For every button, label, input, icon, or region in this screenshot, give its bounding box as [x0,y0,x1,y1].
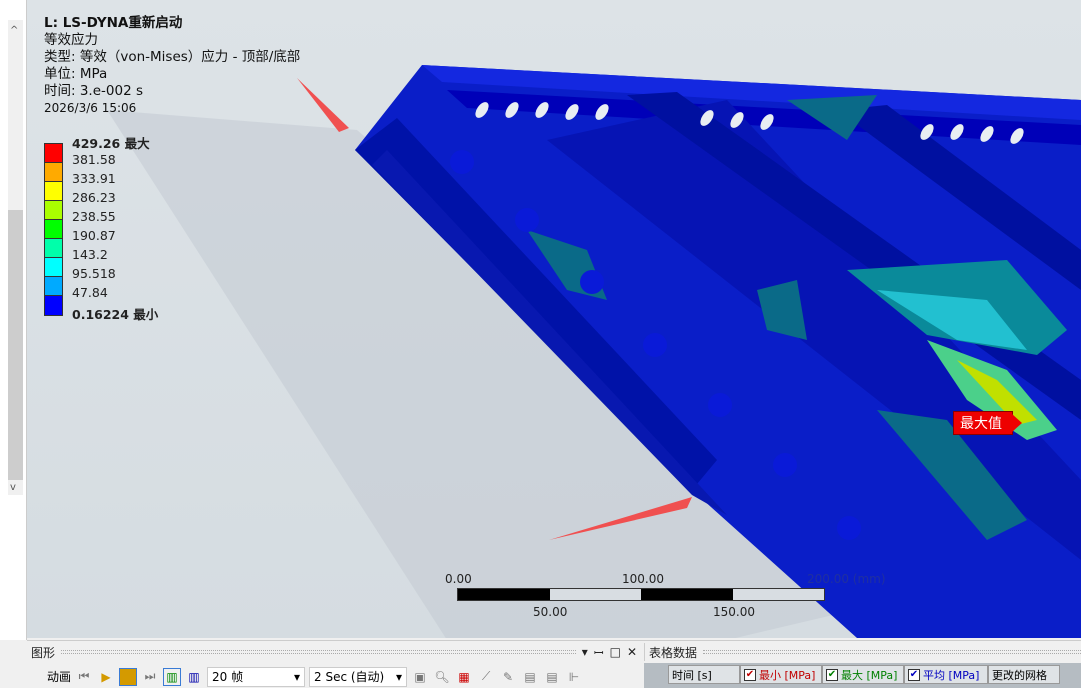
annotation-arrow [297,78,349,132]
film-icon[interactable]: ▤ [521,668,539,686]
legend-label: 238.55 [72,209,116,224]
legend-label: 381.58 [72,152,116,167]
column-header-min[interactable]: ✔ 最小 [MPa] [740,665,822,684]
graphics-panel-header: 图形 ▾ ꟷ □ ✕ [27,643,637,661]
scrollbar-thumb[interactable] [8,210,23,480]
result-date: 2026/3/6 15:06 [44,101,137,115]
result-type: 类型: 等效（von-Mises）应力 - 顶部/底部 [44,49,301,65]
legend-label: 143.2 [72,247,108,262]
legend-color-band [45,277,62,296]
animation-toolbar: 动画 ⏮ ▶ ⏭ ▥ ▥ 20 帧 ▾ 2 Sec (自动) ▾ ▣ 🔍︎ ▦ ⟋ … [47,665,583,688]
table-panel-title: 表格数据 [649,645,698,660]
result-time: 时间: 3.e-002 s [44,83,143,99]
max-value-tag: 最大值 [953,411,1022,435]
column-header-mesh[interactable]: 更改的网格 [988,665,1060,684]
scale-label: 100.00 [622,572,664,586]
legend-label: 190.87 [72,228,116,243]
maximize-icon[interactable]: □ [610,645,621,659]
next-frame-icon[interactable]: ⏭ [141,668,159,686]
animation-label: 动画 [47,670,72,684]
graphics-panel-title: 图形 [31,645,56,660]
probe-icon[interactable]: ⟋ [477,668,495,686]
column-header-time[interactable]: 时间 [s] [668,665,740,684]
legend-label: 286.23 [72,190,116,205]
legend-color-band [45,144,62,163]
column-header-avg[interactable]: ✔ 平均 [MPa] [904,665,988,684]
legend-label: 0.16224 最小 [72,307,159,322]
tree-panel: ^ v [0,0,27,640]
scale-bar: 0.00 100.00 200.00 (mm) 50.00 150.00 [445,572,886,632]
result-sets-icon[interactable]: ▥ [185,668,203,686]
result-unit: 单位: MPa [44,66,108,82]
checkbox[interactable]: ✔ [826,668,838,681]
legend-label: 333.91 [72,171,116,186]
scale-label: 200.00 (mm) [807,572,886,586]
dropdown-icon[interactable]: ▾ [582,645,588,659]
checkbox[interactable]: ✔ [744,668,756,681]
pin-icon[interactable]: ꟷ [594,644,604,661]
zoom-icon[interactable]: 🔍︎ [433,668,451,686]
legend-color-band [45,296,62,315]
legend-label: 429.26 最大 [72,136,150,151]
legend-color-band [45,220,62,239]
analysis-title: L: LS-DYNA重新启动 [44,15,183,31]
chart-icon[interactable]: ⊩ [565,668,583,686]
checkbox[interactable]: ✔ [908,668,920,681]
frames-select[interactable]: 20 帧 ▾ [207,666,306,687]
scale-label: 0.00 [445,572,472,586]
tabular-data: 时间 [s] ✔ 最小 [MPa] ✔ 最大 [MPa] ✔ 平均 [MPa] 更改的… [644,663,1081,688]
legend-color-band [45,201,62,220]
play-icon[interactable]: ▶ [97,668,115,686]
scroll-down-icon[interactable]: v [10,482,16,493]
legend-color-band [45,163,62,182]
duration-select[interactable]: 2 Sec (自动) ▾ [309,666,408,687]
export-video-icon[interactable]: ▣ [411,668,429,686]
legend-color-band [45,182,62,201]
scroll-up-icon[interactable]: ^ [10,25,18,36]
legend-color-band [45,239,62,258]
stop-button[interactable] [119,667,138,686]
column-header-max[interactable]: ✔ 最大 [MPa] [822,665,904,684]
previous-frame-icon[interactable]: ⏮ [75,668,93,686]
3d-viewport[interactable]: L: LS-DYNA重新启动 等效应力 类型: 等效（von-Mises）应力 … [27,0,1081,638]
table-panel-header: 表格数据 [644,643,1081,661]
tool-icon[interactable]: ✎ [499,668,517,686]
scale-label: 50.00 [533,605,568,619]
film2-icon[interactable]: ▤ [543,668,561,686]
bottom-panels: 图形 ▾ ꟷ □ ✕ 动画 ⏮ ▶ ⏭ ▥ ▥ 20 帧 ▾ 2 Sec (自动)… [27,640,1081,688]
close-icon[interactable]: ✕ [627,645,637,659]
result-name: 等效应力 [44,32,98,48]
result-info: L: LS-DYNA重新启动 等效应力 类型: 等效（von-Mises）应力 … [44,15,300,117]
legend-label: 47.84 [72,285,108,300]
distributed-frames-icon[interactable]: ▥ [163,667,182,686]
scale-label: 150.00 [713,605,755,619]
legend-label: 95.518 [72,266,116,281]
legend-color-band [45,258,62,277]
color-grid-icon[interactable]: ▦ [455,668,473,686]
